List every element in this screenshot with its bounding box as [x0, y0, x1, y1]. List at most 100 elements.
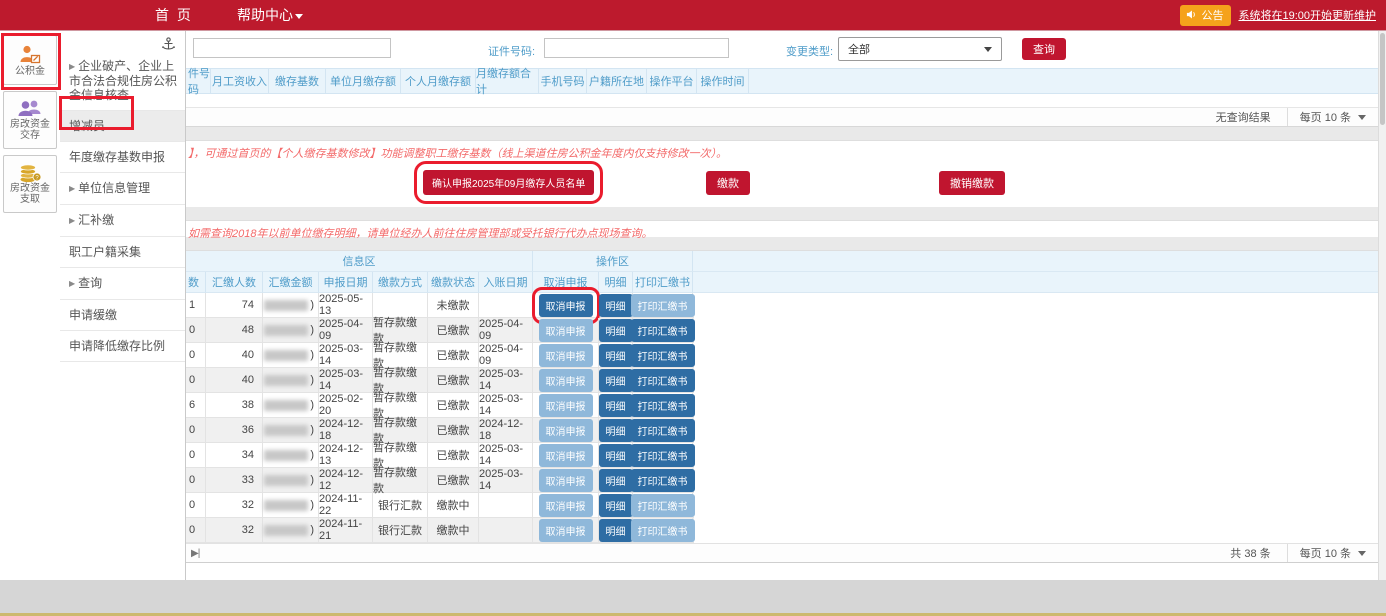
cancel-declare-cell: 取消申报: [533, 443, 599, 467]
detail-button[interactable]: 明细: [599, 419, 633, 442]
print-remit-button[interactable]: 打印汇缴书: [631, 419, 695, 442]
cancel-declare-button: 取消申报: [539, 344, 593, 367]
page-size-select[interactable]: 每页 10 条: [1287, 108, 1378, 126]
no-result-text: 无查询结果: [1216, 109, 1271, 125]
cancel-declare-button: 取消申报: [539, 394, 593, 417]
rail-item-fanggai-withdraw[interactable]: ? 房改资金支取: [3, 155, 57, 213]
cell-seq: 0: [186, 368, 206, 392]
cancel-declare-cell: 取消申报: [533, 368, 599, 392]
system-maintenance-link[interactable]: 系统将在19:00开始更新维护: [1238, 7, 1376, 23]
print-remit-button[interactable]: 打印汇缴书: [631, 394, 695, 417]
detail-cell: 明细: [599, 518, 633, 542]
confirm-declare-button[interactable]: 确认申报2025年09月缴存人员名单: [423, 170, 594, 195]
menu-item-2[interactable]: 年度缴存基数申报: [60, 142, 185, 173]
query-button[interactable]: 查询: [1022, 38, 1066, 60]
column-header-4: 个人月缴存额: [401, 69, 476, 93]
scrollbar-thumb[interactable]: [1380, 33, 1385, 125]
app-window: 首 页 帮助中心 公告 系统将在19:00开始更新维护 公积金: [0, 0, 1386, 616]
menu-item-8[interactable]: 申请降低缴存比例: [60, 331, 185, 362]
detail-button[interactable]: 明细: [599, 519, 633, 542]
cell-declare-date: 2025-03-14: [319, 343, 373, 367]
nav-help-center[interactable]: 帮助中心: [237, 0, 303, 30]
pay-button[interactable]: 缴款: [706, 171, 750, 195]
expand-arrow-icon: ▶: [69, 279, 75, 288]
cell-pay-status: 已缴款: [428, 393, 479, 417]
print-remit-button[interactable]: 打印汇缴书: [631, 319, 695, 342]
menu-item-3[interactable]: ▶单位信息管理: [60, 173, 185, 205]
print-remit-cell: 打印汇缴书: [633, 343, 693, 367]
menu-item-5[interactable]: 职工户籍采集: [60, 237, 185, 268]
cell-declare-date: 2025-04-09: [319, 318, 373, 342]
rail-item-fanggai-deposit[interactable]: 房改资金交存: [3, 91, 57, 149]
cell-remit-count: 32: [206, 493, 263, 517]
cancel-declare-cell: 取消申报: [533, 293, 599, 317]
rail-item-gongjijin[interactable]: 公积金: [3, 35, 57, 85]
cell-pay-status: 已缴款: [428, 343, 479, 367]
detail-button[interactable]: 明细: [599, 344, 633, 367]
detail-button[interactable]: 明细: [599, 444, 633, 467]
announcement-badge: 公告: [1180, 5, 1231, 26]
main-content: 证件号码: 变更类型: 全部 查询 件号码月工资收入缴存基数单位月缴存额个人月缴…: [186, 31, 1378, 580]
detail-button[interactable]: 明细: [599, 394, 633, 417]
rail-item-label: 公积金: [6, 66, 54, 77]
module-rail: 公积金 房改资金交存 ? 房改资金支取: [0, 31, 60, 580]
cancel-declare-button: 取消申报: [539, 469, 593, 492]
menu-item-label: 申请降低缴存比例: [69, 339, 165, 353]
cancel-declare-button: 取消申报: [539, 494, 593, 517]
page-size-select[interactable]: 每页 10 条: [1287, 544, 1378, 562]
cell-remit-count: 36: [206, 418, 263, 442]
redacted-amount: [264, 525, 308, 536]
detail-cell: 明细: [599, 318, 633, 342]
cell-remit-amount: ): [263, 493, 319, 517]
print-remit-button[interactable]: 打印汇缴书: [631, 369, 695, 392]
cell-remit-amount: ): [263, 343, 319, 367]
menu-item-1[interactable]: 增减员: [60, 111, 185, 142]
cell-seq: 0: [186, 343, 206, 367]
vertical-scrollbar[interactable]: [1378, 31, 1386, 580]
cell-entry-date: [479, 493, 533, 517]
amount-paren: ): [310, 449, 314, 461]
cancel-pay-button[interactable]: 撤销缴款: [939, 171, 1005, 195]
remit-table-footer: ▶| 共 38 条 每页 10 条: [186, 543, 1378, 563]
cell-seq: 0: [186, 493, 206, 517]
detail-button[interactable]: 明细: [599, 319, 633, 342]
info-zone-header: 信息区: [186, 251, 533, 272]
anchor-pin-icon[interactable]: [162, 37, 175, 52]
amount-paren: ): [310, 324, 314, 336]
detail-button[interactable]: 明细: [599, 494, 633, 517]
cell-pay-method: 银行汇款: [373, 493, 428, 517]
print-remit-button: 打印汇缴书: [631, 519, 695, 542]
member-edit-icon: [18, 44, 42, 66]
menu-item-6[interactable]: ▶查询: [60, 268, 185, 300]
column-header-filler: [693, 272, 1378, 293]
print-remit-button[interactable]: 打印汇缴书: [631, 444, 695, 467]
detail-button[interactable]: 明细: [599, 469, 633, 492]
column-header-9: 操作时间: [697, 69, 749, 93]
cell-entry-date: 2025-04-09: [479, 318, 533, 342]
cancel-declare-button[interactable]: 取消申报: [539, 294, 593, 317]
name-input[interactable]: [193, 38, 391, 58]
print-remit-button[interactable]: 打印汇缴书: [631, 469, 695, 492]
amount-paren: ): [310, 424, 314, 436]
nav-home[interactable]: 首 页: [155, 0, 193, 30]
cell-entry-date: 2025-03-14: [479, 468, 533, 492]
cell-declare-date: 2024-11-22: [319, 493, 373, 517]
cell-entry-date: 2025-04-09: [479, 343, 533, 367]
detail-button[interactable]: 明细: [599, 294, 633, 317]
pagination-skip-icon[interactable]: ▶|: [191, 548, 199, 559]
detail-button[interactable]: 明细: [599, 369, 633, 392]
menu-item-7[interactable]: 申请缓缴: [60, 300, 185, 331]
id-number-input[interactable]: [544, 38, 729, 58]
menu-item-4[interactable]: ▶汇补缴: [60, 205, 185, 237]
cancel-declare-button: 取消申报: [539, 519, 593, 542]
cell-remit-count: 40: [206, 368, 263, 392]
amount-paren: ): [310, 349, 314, 361]
menu-list: ▶企业破产、企业上市合法合规住房公积金信息核查增减员年度缴存基数申报▶单位信息管…: [60, 51, 185, 362]
print-remit-button[interactable]: 打印汇缴书: [631, 344, 695, 367]
detail-cell: 明细: [599, 468, 633, 492]
redacted-amount: [264, 500, 308, 511]
change-type-select[interactable]: 全部: [838, 37, 1002, 61]
menu-item-0[interactable]: ▶企业破产、企业上市合法合规住房公积金信息核查: [60, 51, 185, 111]
rail-item-label: 房改资金支取: [6, 183, 54, 205]
chevron-down-icon: [984, 47, 992, 52]
